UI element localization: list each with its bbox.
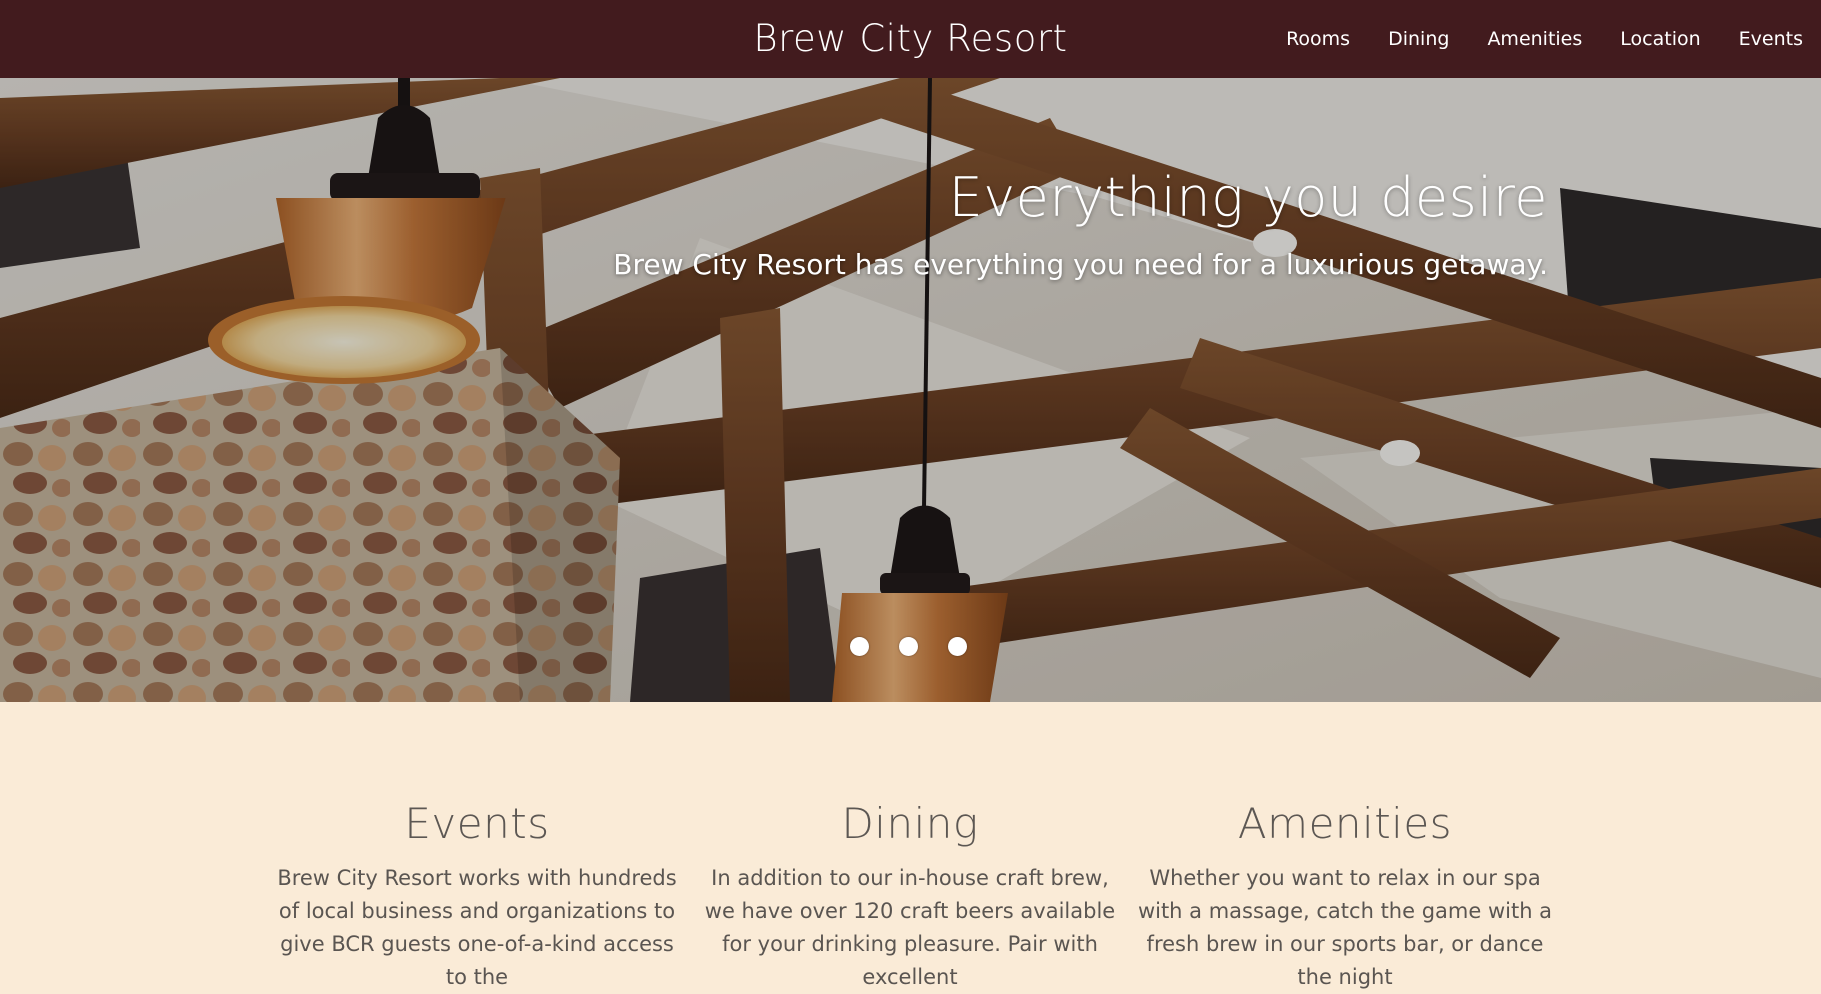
- nav-link-amenities[interactable]: Amenities: [1487, 28, 1582, 50]
- nav-link-events[interactable]: Events: [1739, 28, 1803, 50]
- feature-heading: Events: [404, 799, 550, 848]
- feature-text: In addition to our in-house craft brew, …: [704, 866, 1116, 989]
- feature-text: Whether you want to relax in our spa wit…: [1137, 866, 1553, 989]
- hero-title: Everything you desire: [948, 166, 1548, 229]
- hero-carousel: Everything you desire Brew City Resort h…: [0, 78, 1821, 702]
- feature-text: Brew City Resort works with hundreds of …: [277, 866, 677, 989]
- carousel-indicators: [850, 637, 967, 656]
- feature-heading: Amenities: [1237, 799, 1453, 848]
- feature-dining: Dining In addition to our in-house craft…: [700, 794, 1120, 994]
- features-section: Events Brew City Resort works with hundr…: [0, 702, 1821, 989]
- feature-amenities: Amenities Whether you want to relax in o…: [1135, 794, 1555, 994]
- hero-subtitle: Brew City Resort has everything you need…: [613, 248, 1548, 281]
- nav-link-location[interactable]: Location: [1620, 28, 1700, 50]
- nav-link-dining[interactable]: Dining: [1388, 28, 1449, 50]
- feature-heading: Dining: [841, 799, 979, 848]
- feature-events: Events Brew City Resort works with hundr…: [267, 794, 687, 994]
- carousel-dot-1[interactable]: [850, 637, 869, 656]
- carousel-dot-3[interactable]: [948, 637, 967, 656]
- top-navbar: Brew City Resort Rooms Dining Amenities …: [0, 0, 1821, 78]
- carousel-dot-2[interactable]: [899, 637, 918, 656]
- main-nav: Rooms Dining Amenities Location Events: [1286, 0, 1803, 78]
- nav-link-rooms[interactable]: Rooms: [1286, 28, 1350, 50]
